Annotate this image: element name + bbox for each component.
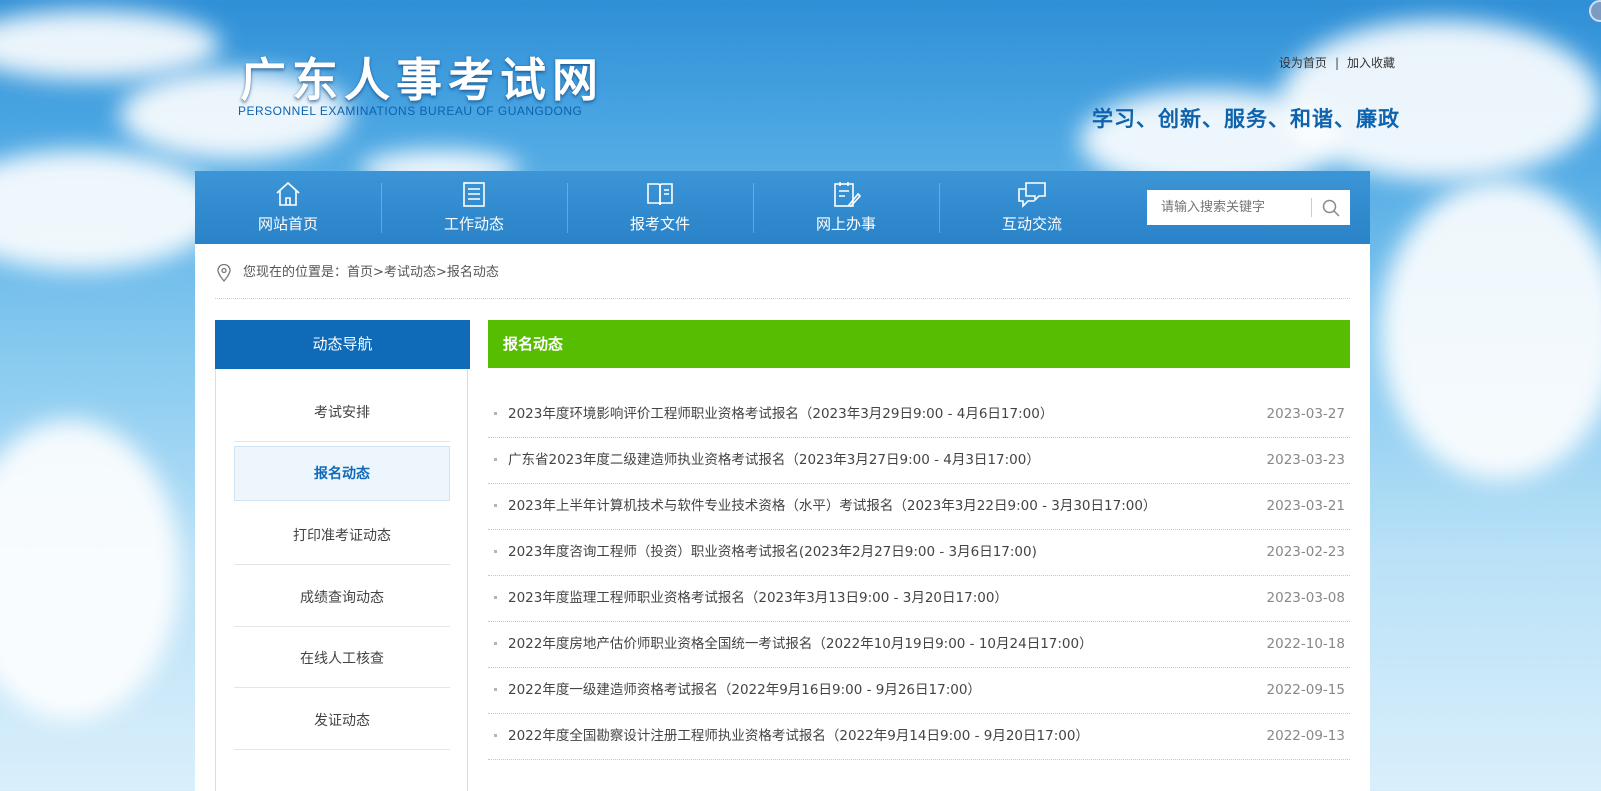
article-title[interactable]: 2023年度监理工程师职业资格考试报名（2023年3月13日9:00 - 3月2… xyxy=(508,576,1008,621)
location-pin-icon xyxy=(217,264,231,282)
bullet xyxy=(494,596,497,599)
breadcrumb-prefix: 您现在的位置是： xyxy=(243,265,348,280)
list-item[interactable]: 2023年度环境影响评价工程师职业资格考试报名（2023年3月29日9:00 -… xyxy=(488,392,1350,438)
article-title[interactable]: 2022年度一级建造师资格考试报名（2022年9月16日9:00 - 9月26日… xyxy=(508,668,981,713)
list-item[interactable]: 广东省2023年度二级建造师执业资格考试报名（2023年3月27日9:00 - … xyxy=(488,438,1350,484)
breadcrumb-current[interactable]: 报名动态 xyxy=(447,265,499,280)
list-item[interactable]: 2022年度一级建造师资格考试报名（2022年9月16日9:00 - 9月26日… xyxy=(488,668,1350,714)
bullet xyxy=(494,734,497,737)
nav-item-label: 报考文件 xyxy=(629,215,690,233)
nav-item-label: 网站首页 xyxy=(257,215,318,233)
nav-item-label: 工作动态 xyxy=(443,215,504,233)
nav-item-online-services[interactable]: 网上办事 xyxy=(753,171,939,244)
sidebar-item-certificate-news[interactable]: 发证动态 xyxy=(234,694,450,750)
article-date: 2022-10-18 xyxy=(1266,636,1345,652)
top-links: 设为首页 | 加入收藏 xyxy=(1279,54,1395,71)
article-title[interactable]: 2023年上半年计算机技术与软件专业技术资格（水平）考试报名（2023年3月22… xyxy=(508,484,1156,529)
set-home-link[interactable]: 设为首页 xyxy=(1279,56,1327,70)
content-panel: 您现在的位置是：首页>考试动态>报名动态 动态导航 考试安排 报名动态 打印准考… xyxy=(195,244,1370,791)
article-date: 2023-03-23 xyxy=(1266,452,1345,468)
top-links-separator: | xyxy=(1334,56,1339,70)
sidebar-item-score-query[interactable]: 成绩查询动态 xyxy=(234,571,450,627)
article-title[interactable]: 2022年度全国勘察设计注册工程师执业资格考试报名（2022年9月14日9:00… xyxy=(508,714,1089,759)
search-divider xyxy=(1311,198,1312,217)
sidebar-title: 动态导航 xyxy=(215,320,470,369)
list-item[interactable]: 2023年上半年计算机技术与软件专业技术资格（水平）考试报名（2023年3月22… xyxy=(488,484,1350,530)
list-item[interactable]: 2023年度监理工程师职业资格考试报名（2023年3月13日9:00 - 3月2… xyxy=(488,576,1350,622)
section-title: 报名动态 xyxy=(488,320,1350,368)
site-logo-title[interactable]: 广东人事考试网 xyxy=(240,44,604,110)
article-date: 2023-03-27 xyxy=(1266,406,1345,422)
breadcrumb-exam-news[interactable]: 考试动态 xyxy=(384,265,436,280)
sidebar-item-admission-ticket[interactable]: 打印准考证动态 xyxy=(234,509,450,565)
open-book-icon xyxy=(647,183,673,206)
bullet xyxy=(494,688,497,691)
article-list: 2023年度环境影响评价工程师职业资格考试报名（2023年3月29日9:00 -… xyxy=(488,392,1350,760)
article-title[interactable]: 2023年度咨询工程师（投资）职业资格考试报名(2023年2月27日9:00 -… xyxy=(508,530,1037,575)
search-input[interactable] xyxy=(1147,190,1307,225)
nav-item-interaction[interactable]: 互动交流 xyxy=(939,171,1125,244)
breadcrumb-divider xyxy=(215,298,1350,299)
page-edge-handle[interactable] xyxy=(1589,0,1601,22)
bullet xyxy=(494,458,497,461)
article-title[interactable]: 2023年度环境影响评价工程师职业资格考试报名（2023年3月29日9:00 -… xyxy=(508,392,1053,437)
breadcrumb-separator: > xyxy=(373,265,384,280)
sidebar-item-manual-check[interactable]: 在线人工核查 xyxy=(234,632,450,688)
breadcrumb-separator: > xyxy=(435,265,447,280)
sidebar-item-registration-news[interactable]: 报名动态 xyxy=(234,446,450,501)
list-item[interactable]: 2023年度咨询工程师（投资）职业资格考试报名(2023年2月27日9:00 -… xyxy=(488,530,1350,576)
article-title[interactable]: 广东省2023年度二级建造师执业资格考试报名（2023年3月27日9:00 - … xyxy=(508,438,1040,483)
bullet xyxy=(494,504,497,507)
site-logo-subtitle: PERSONNEL EXAMINATIONS BUREAU OF GUANGDO… xyxy=(238,104,583,118)
bullet xyxy=(494,412,497,415)
search-box xyxy=(1147,190,1350,225)
clipboard-pen-icon xyxy=(834,182,861,207)
nav-item-exam-docs[interactable]: 报考文件 xyxy=(567,171,753,244)
article-date: 2023-02-23 xyxy=(1266,544,1345,560)
home-icon xyxy=(276,181,300,206)
nav-item-home[interactable]: 网站首页 xyxy=(195,171,381,244)
site-slogan: 学习、创新、服务、和谐、廉政 xyxy=(1092,107,1400,131)
list-item[interactable]: 2022年度全国勘察设计注册工程师执业资格考试报名（2022年9月14日9:00… xyxy=(488,714,1350,760)
article-date: 2022-09-13 xyxy=(1266,728,1345,744)
sidebar-item-exam-schedule[interactable]: 考试安排 xyxy=(234,386,450,442)
nav-item-label: 互动交流 xyxy=(1001,215,1062,233)
bullet xyxy=(494,550,497,553)
nav-item-label: 网上办事 xyxy=(815,215,876,233)
breadcrumb-home[interactable]: 首页 xyxy=(347,265,373,280)
chat-bubbles-icon xyxy=(1018,182,1046,208)
article-date: 2022-09-15 xyxy=(1266,682,1345,698)
article-title[interactable]: 2022年度房地产估价师职业资格全国统一考试报名（2022年10月19日9:00… xyxy=(508,622,1093,667)
nav-item-work-news[interactable]: 工作动态 xyxy=(381,171,567,244)
add-favorite-link[interactable]: 加入收藏 xyxy=(1347,56,1395,70)
document-list-icon xyxy=(463,182,485,207)
article-date: 2023-03-08 xyxy=(1266,590,1345,606)
bullet xyxy=(494,642,497,645)
article-date: 2023-03-21 xyxy=(1266,498,1345,514)
list-item[interactable]: 2022年度房地产估价师职业资格全国统一考试报名（2022年10月19日9:00… xyxy=(488,622,1350,668)
main-section: 报名动态 2023年度环境影响评价工程师职业资格考试报名（2023年3月29日9… xyxy=(488,320,1350,760)
search-icon[interactable] xyxy=(1321,198,1341,218)
sidebar: 动态导航 考试安排 报名动态 打印准考证动态 成绩查询动态 在线人工核查 发证动… xyxy=(215,320,470,791)
